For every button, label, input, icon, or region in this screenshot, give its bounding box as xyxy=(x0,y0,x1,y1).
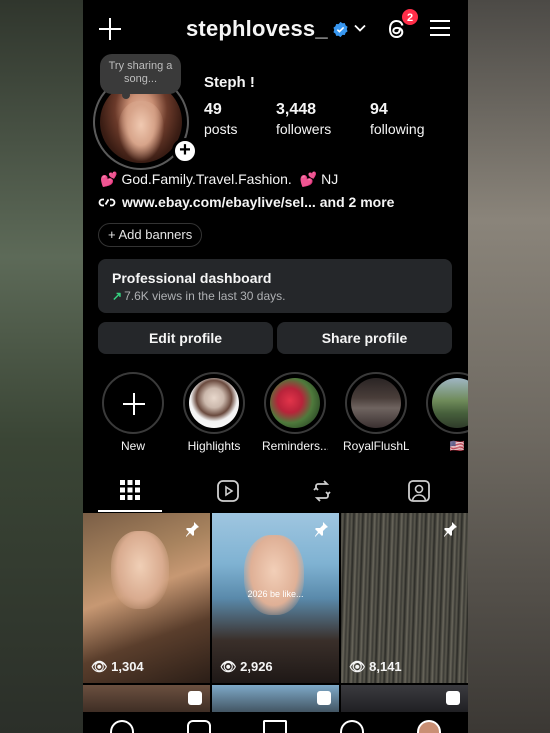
plus-icon xyxy=(123,393,145,415)
link-more[interactable]: and 2 more xyxy=(320,194,395,210)
send-icon[interactable] xyxy=(263,720,287,733)
followers-stat[interactable]: 3,448 followers xyxy=(276,101,331,137)
reel-icon xyxy=(446,691,460,705)
highlight-image xyxy=(189,378,239,428)
post-subject xyxy=(244,535,304,615)
song-prompt-bubble[interactable]: Try sharing a song... xyxy=(100,54,181,99)
highlight-highlights[interactable]: Highlights xyxy=(181,372,247,453)
highlight-cover xyxy=(183,372,245,434)
dashboard-title: Professional dashboard xyxy=(112,270,272,286)
post-thumbnail[interactable]: 👁 8,141 xyxy=(341,513,468,683)
tab-grid[interactable] xyxy=(98,472,162,512)
bio: 💕 God.Family.Travel.Fashion. 💕 NJ xyxy=(100,171,338,188)
highlight-label: 🇺🇸 xyxy=(449,439,465,453)
post-thumbnail[interactable]: 👁 1,304 xyxy=(83,513,210,683)
bio-link[interactable]: www.ebay.com/ebaylive/sel... and 2 more xyxy=(98,194,394,210)
notification-badge: 2 xyxy=(401,8,419,26)
following-stat[interactable]: 94 following xyxy=(370,101,424,137)
followers-label: followers xyxy=(276,121,332,137)
display-name: Steph ! xyxy=(204,74,255,91)
edit-profile-button[interactable]: Edit profile xyxy=(98,322,273,354)
bottom-navigation xyxy=(83,712,468,733)
trend-up-icon: ↗ xyxy=(112,289,123,303)
hearts-emoji-icon: 💕 xyxy=(299,171,318,187)
highlight-flag[interactable]: 🇺🇸 xyxy=(424,372,468,453)
home-icon[interactable] xyxy=(110,720,134,733)
post-thumbnail[interactable] xyxy=(83,685,210,715)
following-label: following xyxy=(370,121,425,137)
link-icon xyxy=(98,198,116,207)
highlight-label: RoyalFlushL... xyxy=(343,439,409,453)
post-caption: 2026 be like... xyxy=(247,589,304,599)
views-count: 8,141 xyxy=(369,659,402,674)
pin-icon xyxy=(186,522,199,537)
grid-icon xyxy=(120,480,140,500)
content-tabs xyxy=(83,472,468,512)
posts-label: posts xyxy=(204,121,238,137)
reel-icon xyxy=(188,691,202,705)
post-thumbnail[interactable] xyxy=(212,685,339,715)
highlight-new-circle xyxy=(102,372,164,434)
highlight-cover xyxy=(426,372,468,434)
highlight-image xyxy=(432,378,468,428)
background-left xyxy=(0,0,83,733)
post-thumbnail[interactable] xyxy=(341,685,468,715)
add-banners-button[interactable]: + Add banners xyxy=(98,223,203,247)
following-count: 94 xyxy=(370,101,388,118)
highlight-label: Highlights xyxy=(187,439,241,453)
tab-tagged[interactable] xyxy=(386,472,450,512)
pin-icon xyxy=(315,522,328,537)
create-plus-icon[interactable] xyxy=(97,16,123,42)
highlight-new[interactable]: New xyxy=(100,372,166,453)
highlight-image xyxy=(351,378,401,428)
highlight-reminders[interactable]: Reminders... xyxy=(262,372,328,453)
highlight-royalflush[interactable]: RoyalFlushL... xyxy=(343,372,409,453)
highlight-label: Reminders... xyxy=(262,439,328,453)
posts-stat[interactable]: 49 posts xyxy=(204,101,237,137)
top-bar: stephlovess_ 2 xyxy=(83,8,468,48)
dashboard-subtitle: ↗ 7.6K views in the last 30 days. xyxy=(112,289,438,303)
reel-icon xyxy=(317,691,331,705)
highlight-cover xyxy=(264,372,326,434)
post-subject xyxy=(111,531,169,609)
dashboard-subtitle-text: 7.6K views in the last 30 days. xyxy=(124,289,286,303)
hamburger-menu-icon[interactable] xyxy=(430,19,452,37)
highlight-image xyxy=(270,378,320,428)
reels-play-icon xyxy=(217,480,239,502)
post-views: 👁 1,304 xyxy=(91,659,144,674)
background-right xyxy=(467,0,550,733)
bio-text: God.Family.Travel.Fashion. xyxy=(121,171,292,187)
tab-reels[interactable] xyxy=(195,472,259,512)
pin-icon xyxy=(444,522,457,537)
hearts-emoji-icon: 💕 xyxy=(100,171,118,187)
post-views: 👁 8,141 xyxy=(349,659,402,674)
bio-suffix: NJ xyxy=(321,171,339,187)
chevron-down-icon[interactable] xyxy=(353,21,367,35)
active-tab-indicator xyxy=(98,510,162,512)
tagged-person-icon xyxy=(408,480,430,502)
post-thumbnail[interactable]: 2026 be like... 👁 2,926 xyxy=(212,513,339,683)
tab-reposts[interactable] xyxy=(289,472,353,512)
views-count: 2,926 xyxy=(240,659,273,674)
followers-count: 3,448 xyxy=(276,101,317,118)
verified-badge-icon xyxy=(333,21,348,38)
share-profile-button[interactable]: Share profile xyxy=(277,322,452,354)
highlight-cover xyxy=(345,372,407,434)
add-story-plus-icon[interactable]: + xyxy=(172,138,198,164)
link-url[interactable]: www.ebay.com/ebaylive/sel... xyxy=(122,194,316,210)
repost-icon xyxy=(313,480,331,502)
views-count: 1,304 xyxy=(111,659,144,674)
post-views: 👁 2,926 xyxy=(220,659,273,674)
username[interactable]: stephlovess_ xyxy=(186,16,328,42)
instagram-profile-screen: stephlovess_ 2 + Try sharing a song... S… xyxy=(83,0,468,733)
posts-count: 49 xyxy=(204,101,222,118)
profile-avatar-icon[interactable] xyxy=(417,720,441,733)
highlight-label: New xyxy=(120,439,145,453)
reels-icon[interactable] xyxy=(187,720,211,733)
search-icon[interactable] xyxy=(340,720,364,733)
professional-dashboard[interactable]: Professional dashboard ↗ 7.6K views in th… xyxy=(98,259,452,313)
